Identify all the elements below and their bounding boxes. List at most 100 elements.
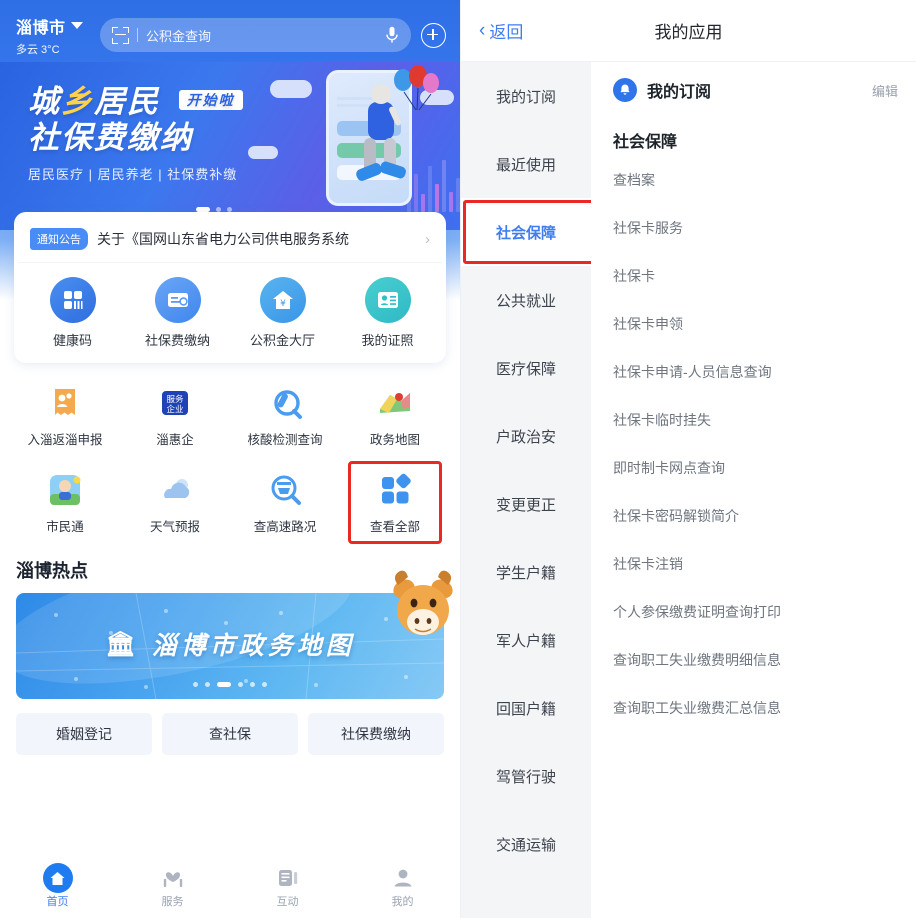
tab-service[interactable]: 服务 [115,865,230,909]
notice-bar[interactable]: 通知公告 关于《国网山东省电力公司供电服务系统 › [18,222,442,263]
ox-mascot [393,570,453,635]
service-item[interactable]: 社保卡 [591,252,916,300]
category-sidebar[interactable]: 我的订阅 最近使用 社会保障 公共就业 医疗保障 户政治安 变更更正 学生户籍 … [461,62,591,918]
service-item[interactable]: 社保卡申领 [591,300,916,348]
tab-interaction[interactable]: 互动 [230,865,345,909]
back-button[interactable]: ‹ 返回 [479,18,523,43]
gov-map-banner[interactable]: 🏛 淄博市政务地图 [16,570,453,699]
app-label: 淄惠企 [156,433,194,447]
main-card: 通知公告 关于《国网山东省电力公司供电服务系统 › 健康码 社保费缴纳 ¥ 公积… [14,212,446,363]
sidebar-label: 户政治安 [495,428,556,446]
tag-marriage-registration[interactable]: 婚姻登记 [16,713,152,755]
service-item[interactable]: 查询职工失业缴费汇总信息 [591,684,916,732]
enterprise-service-icon: 服务 企业 [155,383,195,423]
sidebar-item-driving-management[interactable]: 驾管行驶 [461,742,591,810]
app-item-report-entry[interactable]: 入淄返淄申报 [10,379,120,452]
interaction-icon [278,870,297,886]
sidebar-item-social-security[interactable]: 社会保障 [461,198,591,266]
map-carousel-dots[interactable] [193,682,267,687]
sidebar-item-military-household[interactable]: 军人户籍 [461,606,591,674]
service-item[interactable]: 社保卡注销 [591,540,916,588]
sidebar-item-medical-security[interactable]: 医疗保障 [461,334,591,402]
sidebar-label: 军人户籍 [495,632,556,650]
highway-traffic-icon [265,470,305,510]
search-input[interactable]: 公积金查询 [100,18,411,52]
sidebar-label: 我的订阅 [495,88,556,106]
app-item-view-all[interactable]: 查看全部 [340,461,450,544]
service-item[interactable]: 查档案 [591,156,916,204]
banner-subtitle: 居民医疗 | 居民养老 | 社保费补缴 [28,167,238,183]
subscription-header: 我的订阅 编辑 [591,62,916,110]
sidebar-label: 回国户籍 [495,700,556,718]
city-selector[interactable]: 淄博市 多云 3°C [16,14,94,57]
map-banner-title-group: 🏛 淄博市政务地图 [105,626,354,662]
sidebar-item-recently-used[interactable]: 最近使用 [461,130,591,198]
chevron-left-icon: ‹ [479,20,486,41]
edit-button[interactable]: 编辑 [872,81,898,100]
service-item[interactable]: 社保卡申请-人员信息查询 [591,348,916,396]
app-label: 天气预报 [149,520,200,534]
microphone-icon[interactable] [385,26,399,44]
chevron-right-icon[interactable]: › [425,231,430,248]
chevron-down-icon[interactable] [70,22,83,29]
scan-code-icon[interactable] [112,26,129,44]
user-profile-icon [394,869,411,887]
app-item-nucleic-acid-test[interactable]: 核酸检测查询 [230,379,340,452]
app-label: 查高速路况 [253,520,317,534]
app-label: 查看全部 [369,520,420,534]
app-item-citizen-pass[interactable]: 市民通 [10,466,120,539]
service-item[interactable]: 查询职工失业缴费明细信息 [591,636,916,684]
sidebar-item-my-subscription[interactable]: 我的订阅 [461,62,591,130]
quick-action-health-code[interactable]: 健康码 [20,277,125,349]
view-all-icon [375,470,415,510]
tab-home[interactable]: 首页 [0,863,115,909]
service-list-content: 我的订阅 编辑 社会保障 查档案 社保卡服务 社保卡 社保卡申领 社保卡申请-人… [591,62,916,918]
app-screenshot: 淄博市 多云 3°C 公积金查询 城乡居民 开始啦 社保费缴纳 居民医疗 | 居… [0,0,916,918]
banner-line-2: 社保费缴纳 [28,119,193,155]
panel-body: 我的订阅 最近使用 社会保障 公共就业 医疗保障 户政治安 变更更正 学生户籍 … [461,62,916,918]
svg-text:服务: 服务 [166,394,184,405]
banner-badge: 开始啦 [178,90,243,111]
housing-fund-hall-icon: ¥ [259,277,306,323]
sidebar-item-transportation[interactable]: 交通运输 [461,810,591,878]
tab-label: 互动 [276,896,299,908]
sidebar-item-change-correction[interactable]: 变更更正 [461,470,591,538]
bell-icon [613,78,637,102]
app-label: 市民通 [46,520,84,534]
quick-action-housing-fund[interactable]: ¥ 公积金大厅 [230,277,335,349]
weather-text: 多云 3°C [16,43,60,56]
sidebar-item-public-employment[interactable]: 公共就业 [461,266,591,334]
service-item[interactable]: 社保卡密码解锁简介 [591,492,916,540]
my-certificates-icon [364,277,411,323]
quick-action-my-certificates[interactable]: 我的证照 [335,277,440,349]
city-name: 淄博市 [16,19,66,37]
svg-text:企业: 企业 [166,404,183,415]
tag-social-insurance-payment[interactable]: 社保费缴纳 [308,713,444,755]
tab-profile[interactable]: 我的 [345,865,460,909]
page-title: 我的应用 [654,23,723,42]
plus-circle-icon[interactable] [421,22,446,48]
sidebar-item-household-public-security[interactable]: 户政治安 [461,402,591,470]
app-item-gov-map[interactable]: 政务地图 [340,379,450,452]
app-item-highway-traffic[interactable]: 查高速路况 [230,466,340,539]
sidebar-item-returnee-household[interactable]: 回国户籍 [461,674,591,742]
service-item[interactable]: 社保卡临时挂失 [591,396,916,444]
sidebar-label: 社会保障 [495,224,556,242]
tab-label: 首页 [46,896,69,908]
home-screen-panel: 淄博市 多云 3°C 公积金查询 城乡居民 开始啦 社保费缴纳 居民医疗 | 居… [0,0,460,918]
promo-banner[interactable]: 城乡居民 开始啦 社保费缴纳 居民医疗 | 居民养老 | 社保费补缴 [0,62,460,230]
tab-label: 我的 [391,896,414,908]
service-item[interactable]: 即时制卡网点查询 [591,444,916,492]
quick-action-social-insurance[interactable]: 社保费缴纳 [125,277,230,349]
home-icon [42,863,73,893]
quick-action-label: 健康码 [52,333,92,348]
app-item-enterprise-service[interactable]: 服务 企业 淄惠企 [120,379,230,452]
sidebar-item-student-household[interactable]: 学生户籍 [461,538,591,606]
service-item[interactable]: 社保卡服务 [591,204,916,252]
app-item-weather-forecast[interactable]: 天气预报 [120,466,230,539]
search-placeholder: 公积金查询 [146,28,212,44]
health-code-icon [49,277,96,323]
tag-check-social-insurance[interactable]: 查社保 [162,713,298,755]
service-item[interactable]: 个人参保缴费证明查询打印 [591,588,916,636]
gov-building-icon: 🏛 [105,630,140,658]
